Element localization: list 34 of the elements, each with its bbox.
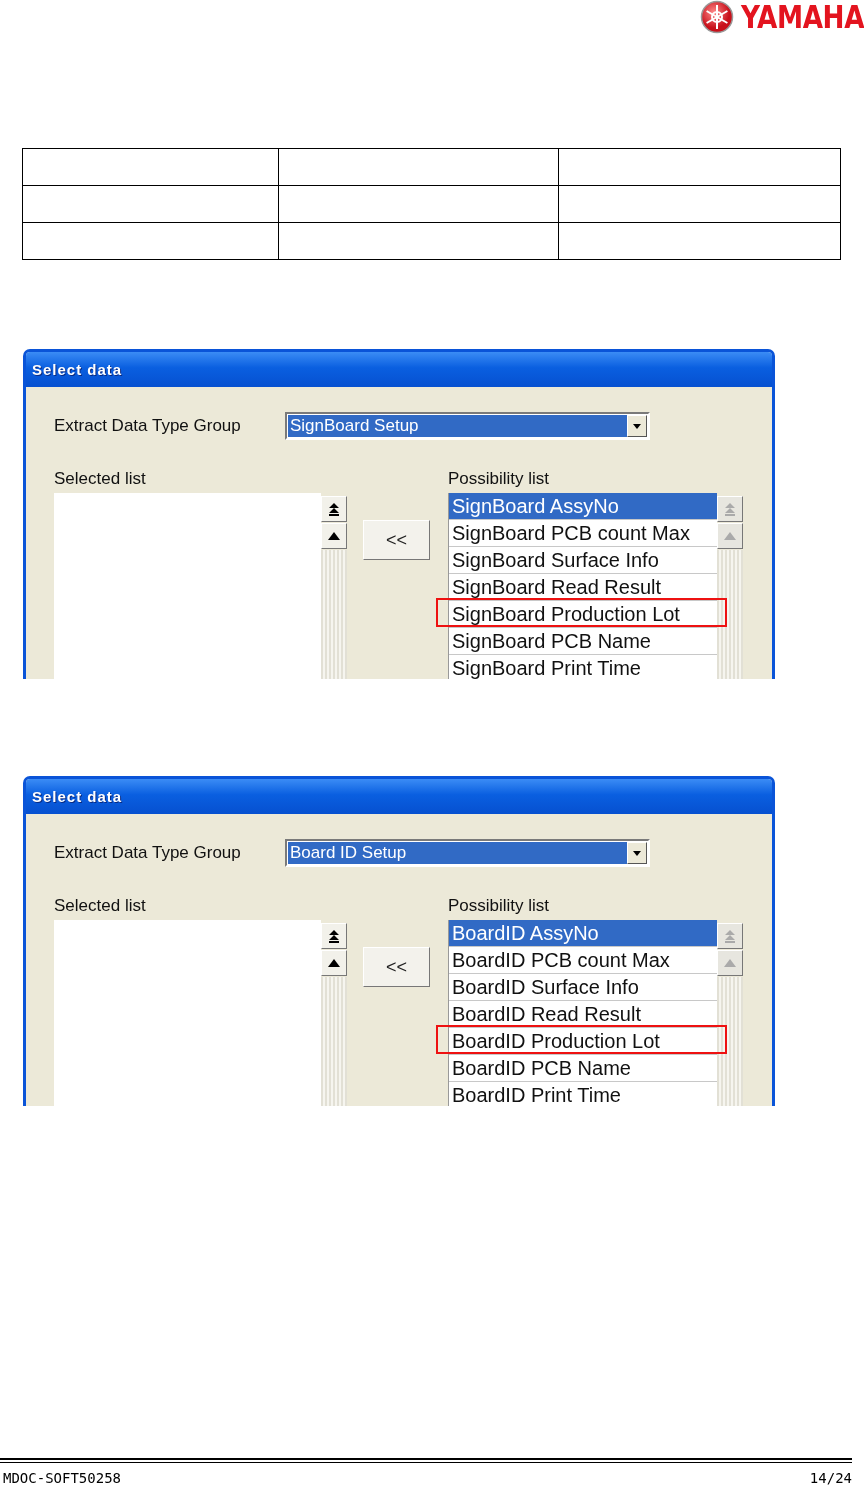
list-label: Selected list (54, 896, 147, 916)
move-up-button[interactable] (321, 523, 347, 549)
list-item[interactable]: BoardID AssyNo (449, 920, 717, 947)
list-item[interactable]: SignBoard Production Lot (449, 601, 717, 628)
window-title: Select data (26, 352, 772, 387)
list-item[interactable]: BoardID PCB count Max (449, 947, 717, 974)
move-top-button[interactable] (321, 496, 347, 522)
list-item[interactable]: SignBoard PCB Name (449, 628, 717, 655)
field-label: Extract Data Type Group (54, 843, 242, 863)
group-dropdown[interactable]: SignBoard Setup (285, 412, 650, 440)
list-label: Possibility list (448, 469, 551, 489)
list-label: Possibility list (448, 896, 551, 916)
document-id: MDOC-SOFT50258 (3, 1470, 121, 1486)
list-item[interactable]: SignBoard PCB count Max (449, 520, 717, 547)
list-item[interactable]: BoardID Read Result (449, 1001, 717, 1028)
page-number: 14/24 (809, 1470, 852, 1486)
list-item[interactable]: BoardID Production Lot (449, 1028, 717, 1055)
caret-icon (632, 422, 642, 430)
window-title: Select data (26, 779, 772, 814)
logo-text: YAMAHA (740, 0, 864, 34)
move-button[interactable]: << (363, 520, 430, 560)
move-up-button[interactable] (321, 950, 347, 976)
caret-icon (632, 849, 642, 857)
list-item[interactable]: SignBoard AssyNo (449, 493, 717, 520)
move-button[interactable]: << (363, 947, 430, 987)
move-top-button[interactable] (321, 923, 347, 949)
list-item[interactable]: SignBoard Read Result (449, 574, 717, 601)
list-label: Selected list (54, 469, 147, 489)
group-dropdown[interactable]: Board ID Setup (285, 839, 650, 867)
list-item[interactable]: SignBoard Surface Info (449, 547, 717, 574)
emblem-icon (699, 0, 734, 34)
list-item[interactable]: BoardID PCB Name (449, 1055, 717, 1082)
list-item[interactable]: BoardID Surface Info (449, 974, 717, 1001)
field-label: Extract Data Type Group (54, 416, 242, 436)
